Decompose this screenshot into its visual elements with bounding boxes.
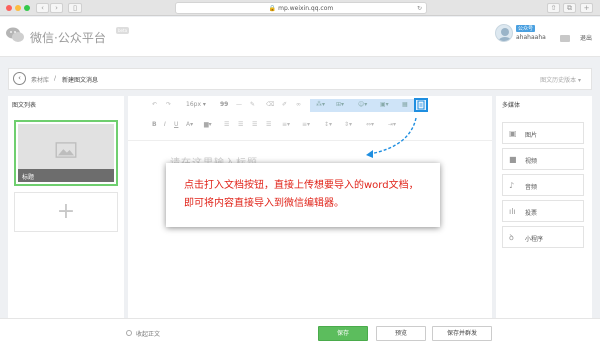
media-item-video[interactable]: ■ 视频 [502,148,584,170]
undo-icon[interactable]: ↶ [152,101,157,108]
vote-icon: ılı [509,207,516,216]
align-left-icon[interactable]: ☰ [224,121,229,128]
font-size-select[interactable]: 16px ▾ [186,101,206,108]
save-button[interactable]: 保存 [318,326,368,341]
toolbar-divider [128,140,492,141]
italic-icon[interactable]: I [164,121,166,128]
lock-icon: 🔒 [268,5,277,12]
avatar[interactable] [495,24,513,42]
justify-icon[interactable]: ☰ [266,121,271,128]
wechat-logo-icon [6,27,24,42]
redo-icon[interactable]: ↷ [166,101,171,108]
close-window-icon[interactable] [6,5,12,11]
sidebar-toggle-icon[interactable]: ▯ [68,3,82,13]
media-item-label: 视频 [525,158,538,165]
table-icon[interactable]: ▦ [402,101,408,108]
plus-icon: + [56,199,76,224]
pen-icon[interactable]: ✐ [282,101,287,108]
media-item-audio[interactable]: ♪ 音频 [502,174,584,196]
history-version-link[interactable]: 图文历史版本 ▾ [540,75,581,84]
collapse-body-label[interactable]: 收起正文 [136,329,160,338]
bottom-action-bar: 收起正文 保存 预览 保存并群发 [0,318,600,348]
image-placeholder-icon [55,142,77,158]
add-article-button[interactable]: + [14,192,118,232]
align-icon[interactable]: ⁂▾ [316,101,325,108]
unordered-list-icon[interactable]: ≡▾ [282,121,290,128]
breadcrumb-current: 新建图文消息 [62,77,99,84]
reload-icon[interactable]: ↻ [417,3,422,14]
media-item-label: 图片 [525,132,538,139]
multimedia-title: 多媒体 [502,102,521,109]
beta-badge: beta [116,27,130,34]
instruction-callout: 点击打入文档按钮，直接上传想要导入的word文档，即可将内容直接导入到微信编辑器… [166,163,440,227]
toolbar-highlight [310,99,428,112]
align-center-icon[interactable]: ☰ [238,121,243,128]
image-icon: ▣ [509,129,517,138]
video-icon: ■ [509,155,517,164]
article-card[interactable]: 标题 [14,120,118,186]
logout-link[interactable]: 退出 [580,33,592,42]
media-item-label: 音频 [525,184,538,191]
share-icon[interactable]: ⇧ [547,3,560,13]
audio-icon: ♪ [509,181,515,190]
back-nav-icon[interactable]: ‹ [36,3,49,13]
link-icon[interactable]: ∞ [296,101,301,108]
site-header: 微信·公众平台 beta 公众号 ahahaaha 退出 [0,17,600,57]
browser-toolbar: ‹ › ▯ 🔒 mp.weixin.qq.com ↻ ⇧ ⧉ + [0,0,600,16]
save-and-publish-button[interactable]: 保存并群发 [432,326,492,341]
indent-icon[interactable]: ⊞▾ [336,101,344,108]
address-bar[interactable]: 🔒 mp.weixin.qq.com ↻ [175,2,427,14]
breadcrumb: ‹ 素材库 / 新建图文消息 图文历史版本 ▾ [8,68,592,90]
minimize-window-icon[interactable] [15,5,21,11]
url-text: mp.weixin.qq.com [278,5,334,12]
zoom-window-icon[interactable] [24,5,30,11]
text-color-icon[interactable]: A▾ [186,121,193,128]
media-item-image[interactable]: ▣ 图片 [502,122,584,144]
collapse-radio[interactable] [126,330,132,336]
media-item-label: 投票 [525,210,538,217]
emoji-icon[interactable]: ☺▾ [358,101,367,108]
underline-icon[interactable]: U [174,121,178,128]
media-item-mini-program[interactable]: ꝺ 小程序 [502,226,584,248]
back-arrow-icon[interactable]: ‹ [13,72,26,85]
ordered-list-icon[interactable]: ≡▾ [302,121,310,128]
paragraph-spacing-icon[interactable]: ⇕▾ [344,121,352,128]
forward-nav-icon[interactable]: › [50,3,63,13]
quote-icon[interactable]: 99 [220,101,228,108]
bg-color-icon[interactable]: ▆▾ [204,121,212,128]
multimedia-panel: 多媒体 ▣ 图片 ■ 视频 ♪ 音频 ılı 投票 ꝺ 小程序 [496,96,592,318]
line-height-icon[interactable]: ↕▾ [324,121,332,128]
eraser-icon[interactable]: ⌫ [266,101,274,108]
preview-button[interactable]: 预览 [376,326,426,341]
mail-icon[interactable] [560,35,570,42]
image-insert-icon[interactable]: ▣▾ [380,101,389,108]
document-icon [417,100,425,110]
breadcrumb-root[interactable]: 素材库 [31,75,49,84]
dashed-arrow-annotation [366,117,417,158]
format-brush-icon[interactable]: ✎ [250,101,255,108]
account-type-badge: 公众号 [516,25,536,32]
hr-icon[interactable]: — [236,101,242,108]
import-document-button[interactable] [414,98,428,112]
tabs-overview-icon[interactable]: ⧉ [563,3,576,13]
media-item-label: 小程序 [525,236,544,243]
article-list-title: 图文列表 [12,102,37,109]
mini-program-icon: ꝺ [509,233,514,242]
card-title: 标题 [18,169,114,182]
article-list-panel: 图文列表 标题 + [8,96,124,318]
media-item-vote[interactable]: ılı 投票 [502,200,584,222]
logo-text[interactable]: 微信·公众平台 [30,29,106,46]
breadcrumb-separator: / [54,75,57,82]
bold-icon[interactable]: B [152,121,157,128]
username[interactable]: ahahaaha [516,34,546,41]
align-right-icon[interactable]: ☰ [252,121,257,128]
new-tab-icon[interactable]: + [580,3,593,13]
